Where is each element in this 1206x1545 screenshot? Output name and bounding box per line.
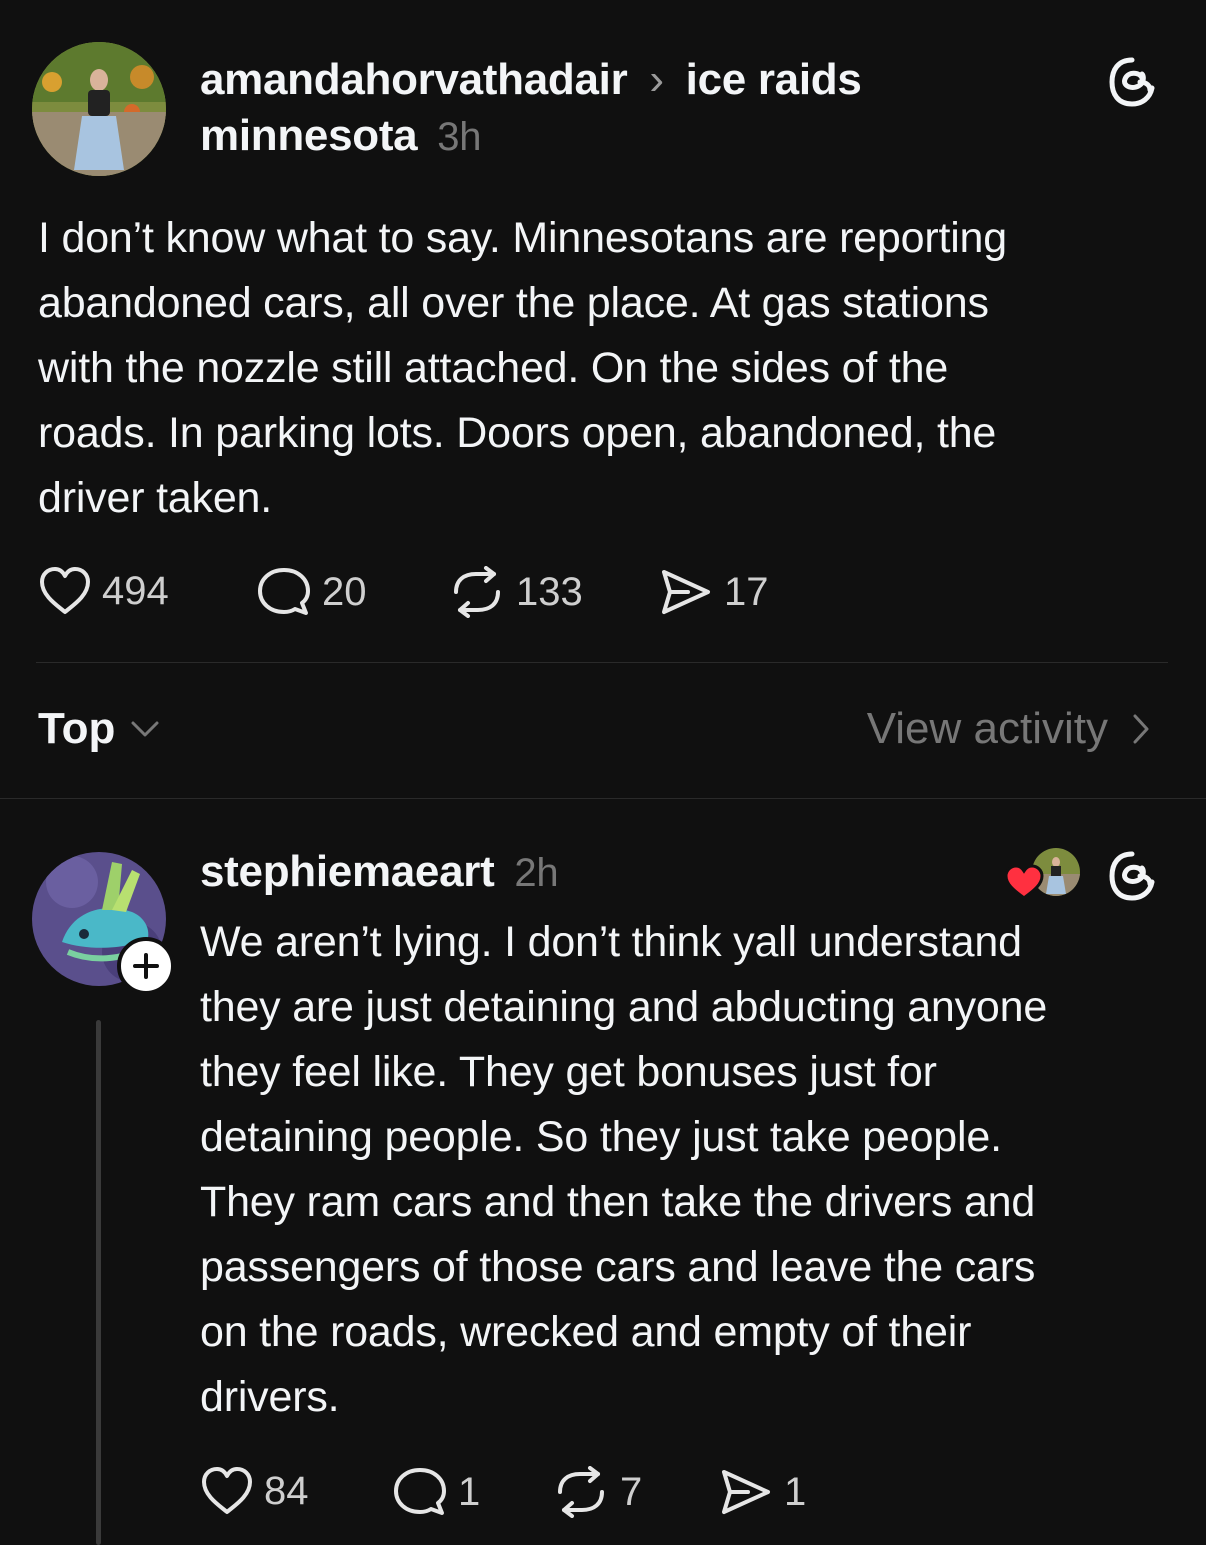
sort-label: Top [38,704,116,753]
reply-like-button[interactable]: 84 [200,1466,309,1516]
repost-icon [454,566,500,618]
post-share-count: 17 [724,569,769,614]
post-text-line: I don’t know what to say. Minnesotans ar… [38,214,1007,262]
repost-icon [558,1466,604,1518]
sort-dropdown[interactable]: Top [38,704,161,754]
post-timestamp: 3h [437,115,482,159]
reply-timestamp: 2h [514,851,559,895]
post-body: I don’t know what to say. Minnesotans ar… [38,206,1178,531]
reply-author-username[interactable]: stephiemaeart [200,847,495,896]
reply-text-line: detaining people. So they just take peop… [200,1113,1002,1161]
post-author-username[interactable]: amandahorvathadair [200,55,628,104]
view-activity-label: View activity [866,704,1108,753]
reply-text-line: They ram cars and then take the drivers … [200,1178,1036,1226]
reply-comment-button[interactable]: 1 [392,1466,480,1518]
post-comment-button[interactable]: 20 [256,566,367,618]
heart-icon [202,1467,252,1514]
post-like-button[interactable]: 494 [38,566,169,616]
post-repost-button[interactable]: 133 [448,566,583,618]
reply-text-line: passengers of those cars and leave the c… [200,1243,1036,1291]
chevron-down-icon [131,721,159,737]
reply-text-line: they are just detaining and abducting an… [200,983,1048,1031]
post-like-count: 494 [102,568,169,613]
reply-text-line: on the roads, wrecked and empty of their [200,1308,972,1356]
chevron-right-icon [1133,714,1149,744]
post-repost-count: 133 [516,569,583,614]
reply-comment-count: 1 [458,1469,481,1514]
post-share-button[interactable]: 17 [658,566,769,618]
reply-share-button[interactable]: 1 [718,1466,806,1518]
comment-icon [394,1468,446,1515]
reply-repost-count: 7 [620,1469,643,1514]
plus-icon [133,953,159,979]
post-text-line: roads. In parking lots. Doors open, aban… [38,409,997,457]
post-author-avatar[interactable] [32,42,166,176]
post-text-line: abandoned cars, all over the place. At g… [38,279,989,327]
heart-icon [40,567,90,614]
post-text-line: with the nozzle still attached. On the s… [38,344,949,392]
post-topic-tag-cont[interactable]: minnesota [200,111,418,160]
follow-plus-button[interactable] [117,937,175,995]
threads-logo-icon[interactable] [1106,56,1158,108]
reply-text-line: We aren’t lying. I don’t think yall unde… [200,918,1022,966]
liked-heart-icon [1004,864,1044,905]
comment-icon [258,568,310,615]
section-divider [0,798,1206,799]
send-icon [722,1470,770,1514]
post-divider [36,662,1168,663]
reply-share-count: 1 [784,1469,807,1514]
view-activity-link[interactable]: View activity [867,704,1152,754]
send-icon [662,570,710,614]
post-text-line: driver taken. [38,474,273,522]
reply-like-count: 84 [264,1468,309,1513]
reply-text-line: they feel like. They get bonuses just fo… [200,1048,937,1096]
post-topic-tag[interactable]: ice raids [686,55,862,104]
post-comment-count: 20 [322,569,367,614]
threads-logo-icon[interactable] [1106,850,1158,902]
reply-body: We aren’t lying. I don’t think yall unde… [200,910,1190,1430]
topic-separator-icon: › [649,55,664,104]
reply-repost-button[interactable]: 7 [552,1466,642,1518]
reply-text-line: drivers. [200,1373,340,1421]
thread-line [96,1020,101,1545]
